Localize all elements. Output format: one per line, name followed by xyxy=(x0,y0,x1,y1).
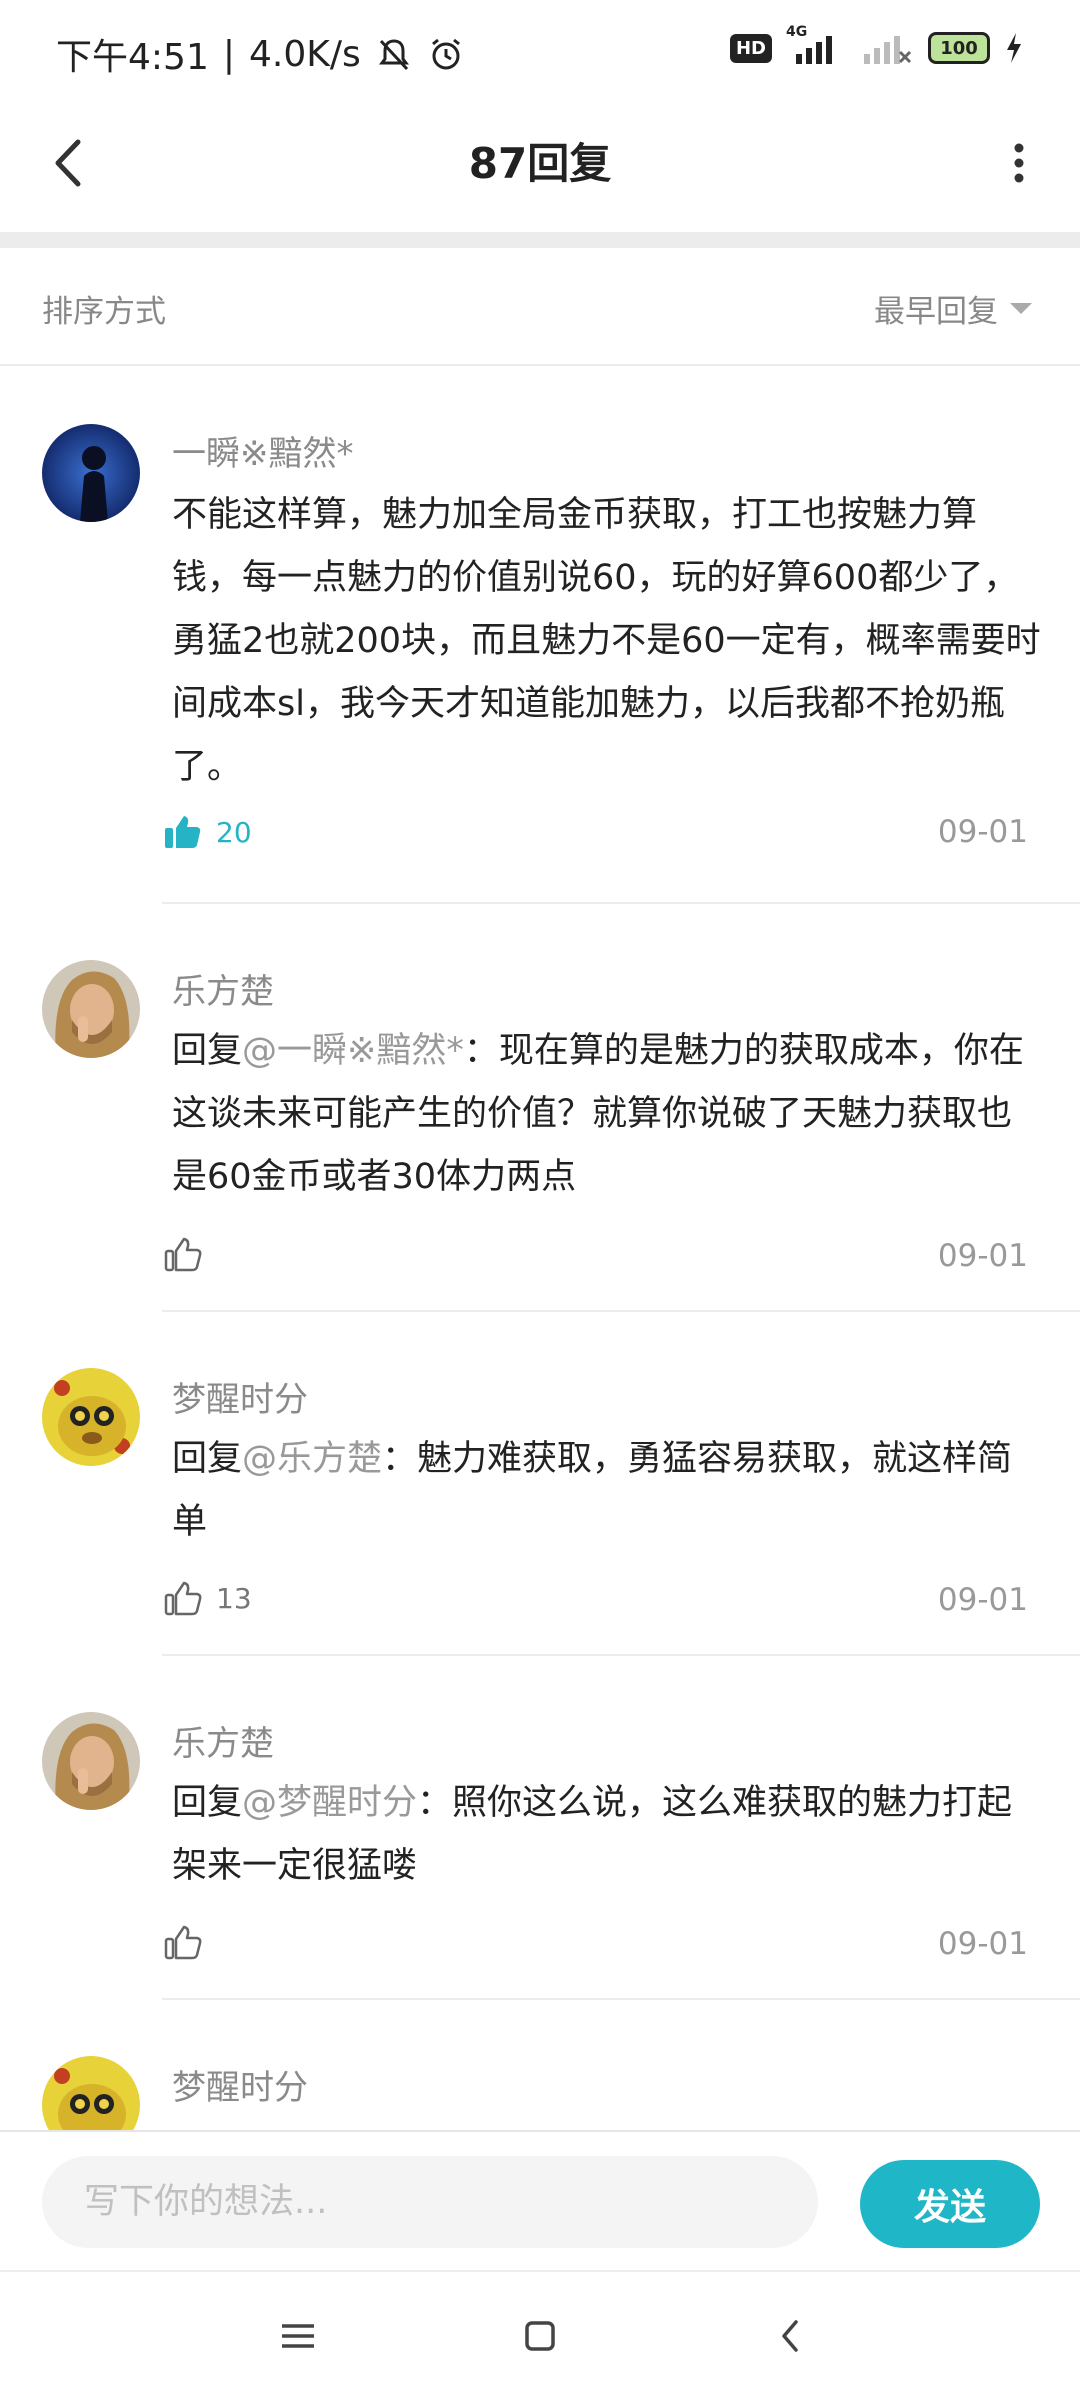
reply-mention[interactable]: @乐方楚 xyxy=(242,1439,382,1479)
header: 87回复 xyxy=(0,100,1080,230)
sort-bar: 排序方式 最早回复 xyxy=(0,248,1080,366)
status-net-speed: 4.0K/s xyxy=(248,33,361,75)
reply-mention[interactable]: @梦醒时分 xyxy=(242,1783,417,1823)
header-separator xyxy=(0,232,1080,248)
avatar[interactable] xyxy=(42,1368,140,1466)
comment-date: 09-01 xyxy=(937,1926,1028,1962)
hd-badge: HD xyxy=(729,33,772,63)
status-right: HD 4G 100 xyxy=(729,24,1024,66)
reply-prefix: 回复 xyxy=(172,1783,243,1823)
thumbs-up-icon xyxy=(164,1581,202,1616)
like-button[interactable] xyxy=(162,1922,216,1962)
comment-text: 不能这样算，魅力加全局金币获取，打工也按魅力算钱，每一点魅力的价值别说60，玩的… xyxy=(172,495,1041,787)
like-count: 20 xyxy=(216,815,252,849)
like-button[interactable]: 13 xyxy=(162,1578,252,1618)
comment-item: 梦醒时分 回复@乐方楚：魅力难获取，勇猛容易获取，就这样简单 13 09-01 xyxy=(0,1312,1080,1658)
alarm-icon xyxy=(431,38,460,70)
dropdown-arrow-icon xyxy=(1010,303,1032,314)
thumbs-up-icon xyxy=(164,1925,202,1960)
comment-item: 一瞬※黯然* 不能这样算，魅力加全局金币获取，打工也按魅力算钱，每一点魅力的价值… xyxy=(0,364,1080,904)
signal-icon: 4G xyxy=(786,24,846,66)
comment-text: 回复@梦醒时分：照你这么说，这么难获取的魅力打起架来一定很猛喽 xyxy=(172,1772,1042,1898)
back-nav-icon[interactable] xyxy=(760,2314,820,2358)
reply-mention[interactable]: @一瞬※黯然* xyxy=(242,1031,464,1071)
comment-date: 09-01 xyxy=(937,1238,1028,1274)
comment-item: 乐方楚 回复@一瞬※黯然*：现在算的是魅力的获取成本，你在这谈未来可能产生的价值… xyxy=(0,904,1080,1314)
comment-text: 回复@一瞬※黯然*：现在算的是魅力的获取成本，你在这谈未来可能产生的价值？就算你… xyxy=(172,1020,1042,1209)
battery-icon: 100 xyxy=(928,32,990,64)
reply-prefix: 回复 xyxy=(172,1439,243,1479)
reply-input[interactable] xyxy=(42,2156,818,2248)
status-separator: | xyxy=(222,33,235,75)
thumbs-up-filled-icon xyxy=(165,816,201,848)
comment-username[interactable]: 一瞬※黯然* xyxy=(172,426,354,475)
page-title: 87回复 xyxy=(468,139,612,188)
comment-username[interactable]: 梦醒时分 xyxy=(172,1372,308,1421)
battery-level: 100 xyxy=(940,37,978,59)
sort-selected: 最早回复 xyxy=(874,294,998,330)
comment-date: 09-01 xyxy=(937,814,1028,850)
avatar[interactable] xyxy=(42,1712,140,1810)
comment-text: 回复@乐方楚：魅力难获取，勇猛容易获取，就这样简单 xyxy=(172,1428,1042,1554)
sort-dropdown[interactable]: 最早回复 xyxy=(874,286,1032,331)
charging-icon xyxy=(1007,33,1021,63)
thumbs-up-icon xyxy=(164,1237,202,1272)
comment-date: 09-01 xyxy=(937,1582,1028,1618)
status-time: 下午4:51 xyxy=(56,37,209,78)
status-left: 下午4:51 | 4.0K/s xyxy=(56,28,465,80)
comment-username[interactable]: 乐方楚 xyxy=(172,1716,274,1765)
like-button[interactable] xyxy=(162,1234,216,1274)
mute-icon xyxy=(378,39,409,71)
comment-item: 乐方楚 回复@梦醒时分：照你这么说，这么难获取的魅力打起架来一定很猛喽 09-0… xyxy=(0,1656,1080,2002)
avatar[interactable] xyxy=(42,960,140,1058)
reply-prefix: 回复 xyxy=(172,1031,243,1071)
reply-input-bar: 发送 xyxy=(0,2130,1080,2272)
home-icon[interactable] xyxy=(510,2314,570,2358)
menu-icon[interactable] xyxy=(268,2316,328,2356)
avatar[interactable] xyxy=(42,2056,140,2130)
sort-label: 排序方式 xyxy=(42,294,166,330)
system-nav-bar xyxy=(0,2270,1080,2402)
like-button[interactable]: 20 xyxy=(162,812,252,852)
more-options-button[interactable] xyxy=(974,128,1044,198)
like-count: 13 xyxy=(216,1581,252,1615)
more-vertical-icon xyxy=(1014,143,1024,183)
comment-username[interactable]: 乐方楚 xyxy=(172,964,274,1013)
avatar[interactable] xyxy=(42,424,140,522)
comment-item: 梦醒时分 xyxy=(0,2000,1080,2130)
signal-empty-icon xyxy=(864,36,912,64)
comment-username[interactable]: 梦醒时分 xyxy=(172,2060,308,2109)
status-bar: 下午4:51 | 4.0K/s HD 4G 100 xyxy=(0,0,1080,100)
send-button[interactable]: 发送 xyxy=(860,2160,1040,2248)
